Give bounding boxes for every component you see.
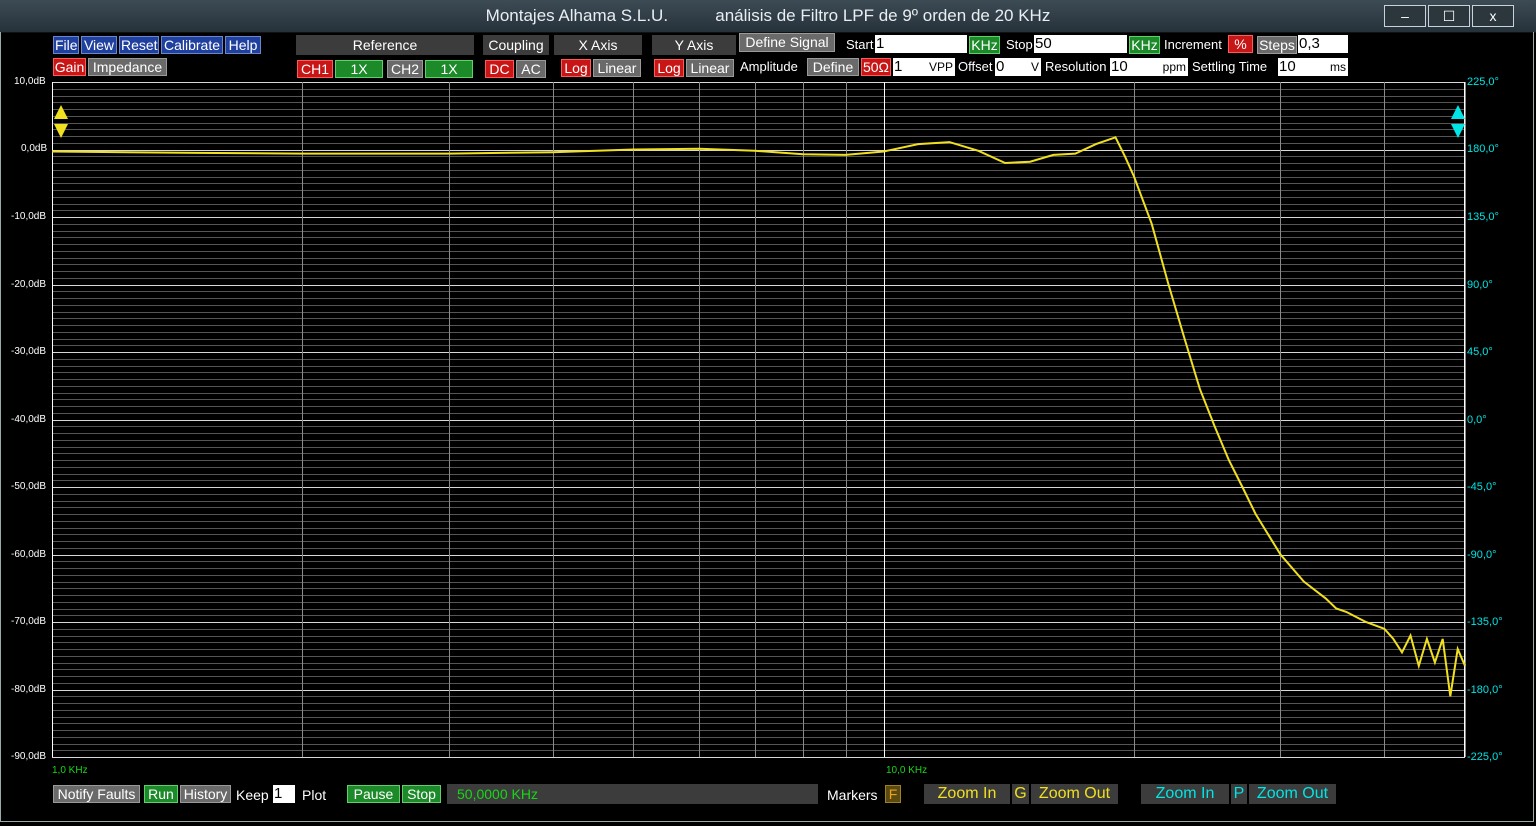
y-right-tick-label: -45,0°	[1467, 481, 1497, 493]
offset-label: Offset	[958, 59, 993, 74]
y-left-tick-label: -20,0dB	[11, 279, 47, 290]
gain-button[interactable]: Gain	[53, 58, 86, 76]
impedance-button[interactable]: Impedance	[88, 58, 167, 76]
y-left-tick-label: -50,0dB	[11, 481, 47, 492]
x-log-button[interactable]: Log	[561, 59, 591, 77]
y-right-tick-label: -135,0°	[1467, 616, 1503, 628]
pause-button[interactable]: Pause	[347, 785, 400, 803]
y-right-tick-label: -90,0°	[1467, 549, 1497, 561]
define-amplitude-button[interactable]: Define	[807, 58, 859, 76]
define-signal-button[interactable]: Define Signal	[739, 33, 835, 52]
start-field[interactable]: 1	[875, 35, 967, 53]
settling-time-field[interactable]: 10 ms	[1278, 58, 1348, 76]
y-right-tick-label: -225,0°	[1467, 751, 1503, 763]
keep-field[interactable]: 1	[273, 785, 295, 803]
settling-time-unit: ms	[1330, 60, 1346, 74]
menu-reset[interactable]: Reset	[119, 36, 159, 54]
run-button[interactable]: Run	[144, 785, 178, 803]
notify-faults-button[interactable]: Notify Faults	[53, 785, 140, 803]
frequency-status: 50,0000 KHz	[447, 784, 818, 804]
offset-field[interactable]: 0 V	[995, 58, 1041, 76]
stop-sweep-button[interactable]: Stop	[402, 785, 441, 803]
markers-frequency-button[interactable]: F	[885, 785, 901, 803]
y-right-tick-label: 180,0°	[1467, 143, 1499, 155]
menu-calibrate[interactable]: Calibrate	[161, 36, 223, 54]
minimize-button[interactable]: –	[1384, 5, 1426, 27]
amplitude-value: 1	[894, 58, 903, 75]
stop-label: Stop	[1006, 37, 1033, 52]
y-left-tick-label: -70,0dB	[11, 616, 47, 627]
gain-zoom-in-button[interactable]: Zoom In	[924, 784, 1010, 804]
keep-label: Keep	[236, 787, 269, 803]
phase-zoom-p-button[interactable]: P	[1231, 784, 1247, 804]
stop-field[interactable]: 50	[1034, 35, 1127, 53]
phase-zoom-in-button[interactable]: Zoom In	[1141, 784, 1229, 804]
offset-value: 0	[996, 58, 1005, 75]
y-right-tick-label: -180,0°	[1467, 684, 1503, 696]
menu-view[interactable]: View	[81, 36, 117, 54]
dc-coupling-button[interactable]: DC	[485, 60, 514, 78]
amplitude-unit: VPP	[928, 60, 953, 74]
cyan-cursor-arrows-icon[interactable]	[1450, 104, 1466, 140]
ch1-button[interactable]: CH1	[297, 60, 333, 78]
start-unit-button[interactable]: KHz	[969, 36, 1000, 54]
y-right-tick-label: 0,0°	[1467, 414, 1487, 426]
yellow-cursor-arrows-icon[interactable]	[53, 104, 69, 140]
x-linear-button[interactable]: Linear	[593, 59, 641, 77]
stop-unit-button[interactable]: KHz	[1129, 36, 1160, 54]
y-right-tick-label: 45,0°	[1467, 346, 1493, 358]
amplitude-field[interactable]: 1 VPP	[893, 58, 955, 76]
y-log-button[interactable]: Log	[654, 59, 684, 77]
start-label: Start	[846, 37, 874, 52]
x-tick-label: 10,0 KHz	[886, 765, 928, 776]
resolution-value: 10	[1111, 58, 1128, 75]
resolution-unit: ppm	[1162, 60, 1186, 74]
settling-time-value: 10	[1279, 58, 1296, 75]
close-button[interactable]: x	[1472, 5, 1514, 27]
resolution-field[interactable]: 10 ppm	[1110, 58, 1188, 76]
increment-label: Increment	[1164, 37, 1222, 52]
y-left-tick-label: 10,0dB	[14, 76, 46, 87]
phase-zoom-out-button[interactable]: Zoom Out	[1249, 784, 1336, 804]
plot-label: Plot	[302, 787, 327, 803]
y-left-tick-label: -10,0dB	[11, 211, 47, 222]
window-frame	[0, 32, 1534, 822]
y-linear-button[interactable]: Linear	[686, 59, 734, 77]
steps-field[interactable]: 0,3	[1298, 35, 1348, 53]
reference-header: Reference	[296, 35, 474, 55]
y-left-tick-label: -60,0dB	[11, 549, 47, 560]
y-axis-header: Y Axis	[652, 35, 736, 55]
markers-label: Markers	[827, 787, 878, 803]
title-bar: Montajes Alhama S.L.U. análisis de Filtr…	[0, 0, 1536, 33]
impedance-50-button[interactable]: 50Ω	[861, 58, 891, 76]
y-left-tick-label: -30,0dB	[11, 346, 47, 357]
y-right-tick-label: 90,0°	[1467, 279, 1493, 291]
y-left-tick-label: -40,0dB	[11, 414, 47, 425]
amplitude-label: Amplitude	[740, 59, 798, 74]
y-left-tick-label: -90,0dB	[11, 751, 47, 762]
ch2-probe-button[interactable]: 1X	[425, 60, 473, 78]
y-left-tick-label: 0,0dB	[21, 143, 48, 154]
menu-file[interactable]: File	[53, 36, 79, 54]
window-title: Montajes Alhama S.L.U. análisis de Filtr…	[485, 6, 1051, 25]
x-tick-label: 1,0 KHz	[52, 765, 88, 776]
maximize-button[interactable]: ☐	[1428, 5, 1470, 27]
menu-help[interactable]: Help	[225, 36, 261, 54]
offset-unit: V	[1030, 60, 1039, 74]
y-right-tick-label: 225,0°	[1467, 76, 1499, 88]
gain-zoom-g-button[interactable]: G	[1012, 784, 1029, 804]
gain-zoom-out-button[interactable]: Zoom Out	[1031, 784, 1118, 804]
x-axis-header: X Axis	[554, 35, 642, 55]
ch1-probe-button[interactable]: 1X	[335, 60, 383, 78]
ac-coupling-button[interactable]: AC	[516, 60, 546, 78]
y-left-tick-label: -80,0dB	[11, 684, 47, 695]
resolution-label: Resolution	[1045, 59, 1107, 74]
increment-percent-button[interactable]: %	[1228, 35, 1253, 53]
steps-button[interactable]: Steps	[1257, 36, 1297, 54]
settling-time-label: Settling Time	[1192, 59, 1268, 74]
y-right-tick-label: 135,0°	[1467, 211, 1499, 223]
coupling-header: Coupling	[483, 35, 549, 55]
history-button[interactable]: History	[180, 785, 231, 803]
ch2-button[interactable]: CH2	[387, 60, 423, 78]
